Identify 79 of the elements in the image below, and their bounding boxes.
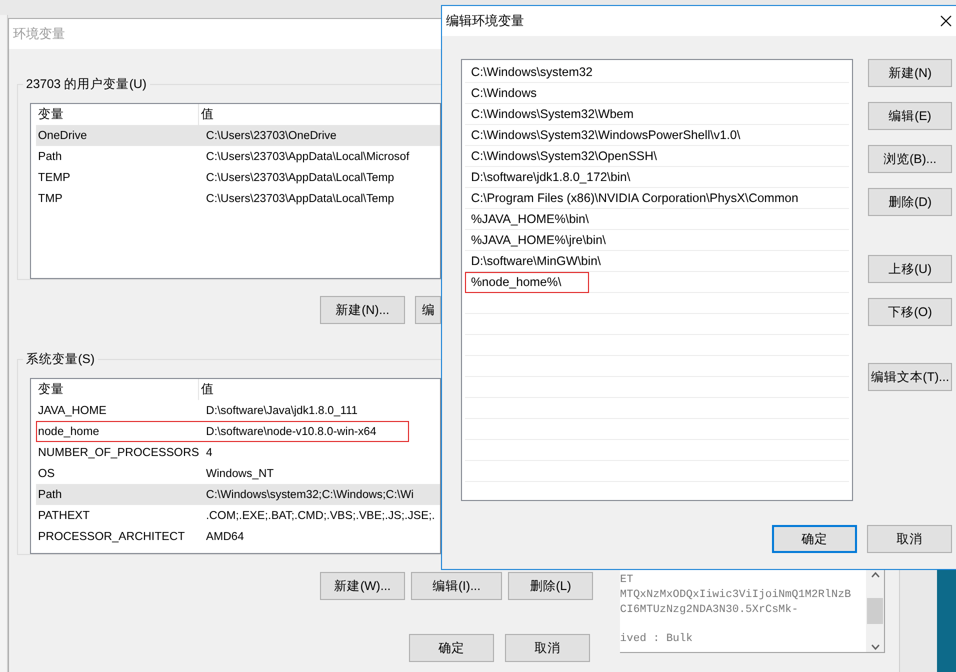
column-header[interactable]: 值 (199, 104, 439, 125)
variable-name: TMP (37, 192, 64, 205)
path-entry[interactable]: %JAVA_HOME%\jre\bin\ (465, 230, 612, 250)
ok-button[interactable]: 确定 (772, 525, 857, 553)
variable-name: Path (37, 150, 63, 163)
console-text: MTQxNzMxODQxIiwic3ViIjoiNmQ1M2RlNzB (620, 588, 852, 603)
scroll-up-icon[interactable] (870, 572, 880, 578)
path-entry[interactable]: C:\Windows\System32\WindowsPowerShell\v1.0\ (465, 124, 746, 146)
scroll-down-icon[interactable] (870, 644, 880, 650)
ok-button[interactable]: 确定 (409, 634, 494, 662)
variable-name: OneDrive (37, 129, 88, 142)
group-label: 系统变量(S) (23, 351, 98, 368)
dialog-button[interactable]: 下移(O) (868, 298, 952, 326)
dialog-button[interactable]: 上移(U) (868, 255, 952, 283)
window-title: 编辑环境变量 (446, 12, 524, 30)
console-text: ived : Bulk (620, 632, 694, 647)
variable-value: D:\software\node-v10.8.0-win-x64 (205, 426, 376, 438)
variable-name: PATHEXT (37, 509, 91, 522)
path-list[interactable] (461, 59, 853, 501)
variable-list[interactable] (30, 378, 441, 554)
variable-value: C:\Users\23703\AppData\Local\Temp (205, 192, 394, 204)
variable-value: Windows_NT (205, 468, 274, 480)
column-header[interactable]: 值 (199, 379, 439, 400)
variable-list[interactable]: 变量 值 OneDrive C:\Users\23703\OneDrive Path C:\Users\23703\AppData\Local\Microsof TEMP C:\Users\23703\AppData\Local\Temp TMP C:\Users\23703\AppData\Local\Temp (30, 103, 441, 279)
group-label: 23703 的用户变量(U) (23, 76, 150, 93)
variable-row[interactable]: JAVA_HOME D:\software\Java\jdk1.8.0_111 (36, 400, 440, 421)
variable-name: PROCESSOR_ARCHITECT (37, 530, 186, 543)
variable-name: Path (37, 488, 63, 501)
cancel-button[interactable]: 取消 (505, 634, 590, 662)
variable-value: C:\Users\23703\AppData\Local\Microsof (205, 150, 410, 162)
dialog-button[interactable]: 编辑(I)... (411, 572, 502, 600)
close-icon (940, 15, 952, 27)
variable-value: .COM;.EXE;.BAT;.CMD;.VBS;.VBE;.JS;.JSE;. (205, 510, 435, 522)
close-button[interactable] (938, 13, 954, 29)
console-text: ET (620, 573, 634, 588)
variable-name: NUMBER_OF_PROCESSORS (37, 446, 200, 459)
variable-value: 4 (205, 446, 212, 458)
dialog-button[interactable]: 编辑文本(T)... (868, 363, 952, 391)
variable-row[interactable]: PROCESSOR_ARCHITECT AMD64 (36, 526, 440, 547)
dialog-button[interactable]: 新建(N)... (320, 296, 405, 324)
dialog-button[interactable]: 编辑(E) (868, 102, 952, 130)
variable-row[interactable]: NUMBER_OF_PROCESSORS 4 (36, 442, 440, 463)
path-entry[interactable]: D:\software\MinGW\bin\ (465, 250, 607, 272)
variable-value: D:\software\Java\jdk1.8.0_111 (205, 404, 358, 416)
scrollbar[interactable] (866, 570, 884, 652)
path-entry[interactable]: %JAVA_HOME%\bin\ (465, 208, 595, 230)
path-entry[interactable]: C:\Windows (465, 82, 543, 104)
dialog-button[interactable]: 删除(D) (868, 188, 952, 216)
path-entry[interactable]: C:\Windows\System32\OpenSSH\ (465, 146, 663, 166)
dialog-button[interactable]: 删除(L) (508, 572, 593, 600)
variable-name: node_home (37, 425, 100, 438)
variable-value: C:\Windows\system32;C:\Windows;C:\Wi (205, 488, 414, 500)
dialog-button[interactable]: 浏览(B)... (868, 145, 952, 173)
highlight-outline[interactable]: %node_home%\ (465, 272, 589, 292)
variable-row[interactable]: Path C:\Users\23703\AppData\Local\Microsof (36, 146, 440, 167)
variable-name: TEMP (37, 171, 72, 184)
path-entry[interactable]: D:\software\jdk1.8.0_172\bin\ (465, 166, 636, 188)
variable-value: C:\Users\23703\OneDrive (205, 130, 336, 142)
path-entry[interactable]: C:\Windows\system32 (465, 62, 599, 82)
column-header[interactable]: 变量 (36, 379, 199, 400)
variable-row[interactable]: TMP C:\Users\23703\AppData\Local\Temp (36, 188, 440, 209)
dialog-button[interactable]: 新建(W)... (320, 572, 405, 600)
dialog-button[interactable]: 新建(N) (868, 59, 952, 87)
dialog-button[interactable]: 编 (415, 296, 441, 324)
window-title: 环境变量 (13, 25, 65, 43)
variable-row[interactable]: OneDrive C:\Users\23703\OneDrive (36, 125, 440, 146)
console-text: CI6MTUzNzg2NDA3N30.5XrCsMk- (620, 603, 800, 618)
cancel-button[interactable]: 取消 (867, 525, 952, 553)
variable-name: JAVA_HOME (37, 404, 108, 417)
path-entry[interactable]: C:\Program Files (x86)\NVIDIA Corporation\PhysX\Common (465, 188, 804, 208)
variable-row[interactable]: PATHEXT .COM;.EXE;.BAT;.CMD;.VBS;.VBE;.JS;.JSE;. (36, 505, 440, 526)
variable-row[interactable]: TEMP C:\Users\23703\AppData\Local\Temp (36, 167, 440, 188)
variable-name: OS (37, 467, 56, 480)
variable-row[interactable]: Path C:\Windows\system32;C:\Windows;C:\Wi (36, 484, 440, 505)
variable-value: C:\Users\23703\AppData\Local\Temp (205, 172, 394, 184)
variable-row[interactable]: OS Windows_NT (36, 463, 440, 484)
variable-value: AMD64 (205, 530, 244, 542)
path-entry[interactable]: C:\Windows\System32\Wbem (465, 104, 640, 124)
highlight-outline[interactable]: node_home D:\software\node-v10.8.0-win-x64 (36, 421, 409, 442)
